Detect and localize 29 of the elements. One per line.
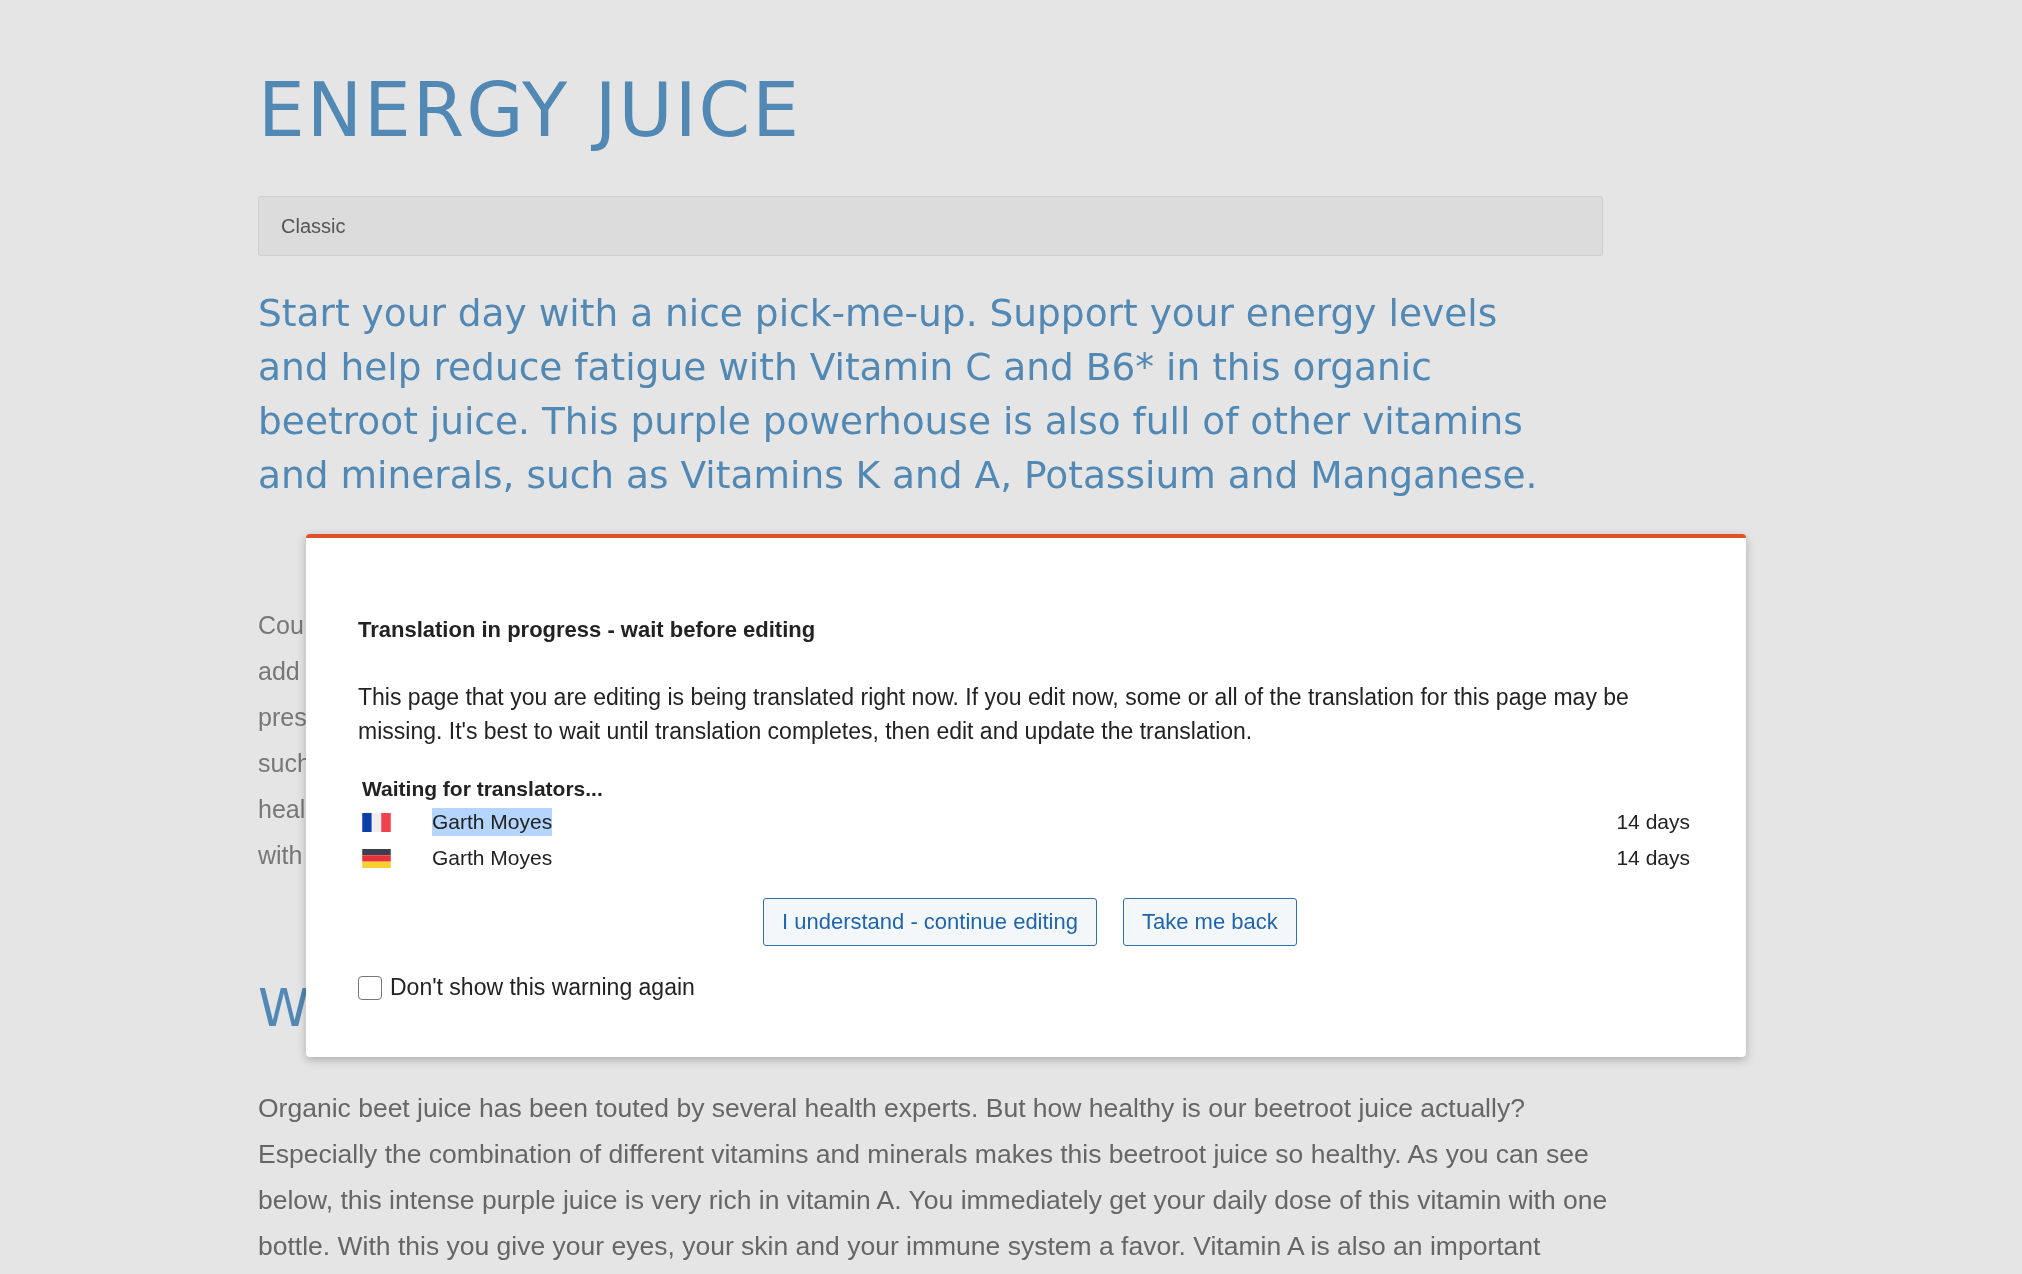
time-remaining: 14 days bbox=[1616, 846, 1690, 870]
dialog-title: Translation in progress - wait before editing bbox=[358, 616, 817, 644]
checkbox-label[interactable]: Don't show this warning again bbox=[390, 974, 695, 1001]
waiting-label: Waiting for translators... bbox=[362, 776, 604, 802]
body-text: heal bbox=[258, 794, 306, 825]
german-flag-icon bbox=[362, 848, 391, 868]
section-heading: W bbox=[258, 978, 310, 1038]
intro-text: and minerals, such as Vitamins K and A, Potassium and Manganese. bbox=[258, 452, 1538, 499]
time-remaining: 14 days bbox=[1616, 810, 1690, 834]
body-text: add bbox=[258, 656, 300, 687]
intro-text: and help reduce fatigue with Vitamin C and B6* in this organic bbox=[258, 344, 1432, 391]
page-title: ENERGY JUICE bbox=[258, 66, 802, 155]
back-button[interactable]: Take me back bbox=[1123, 898, 1297, 946]
continue-button[interactable]: I understand - continue editing bbox=[763, 898, 1097, 946]
translator-name: Garth Moyes bbox=[432, 845, 553, 871]
body-text: pres bbox=[258, 702, 307, 733]
intro-text: beetroot juice. This purple powerhouse is also full of other vitamins bbox=[258, 398, 1523, 445]
body-text: Organic beet juice has been touted by several health experts. But how healthy is our beetroot juice actually? bbox=[258, 1092, 1525, 1125]
body-text: below, this intense purple juice is very rich in vitamin A. You immediately get your daily dose of this vitamin with one bbox=[258, 1184, 1608, 1217]
translator-name: Garth Moyes bbox=[432, 808, 553, 836]
body-text: bottle. With this you give your eyes, your skin and your immune system a favor. Vitamin A is also an important bbox=[258, 1230, 1541, 1263]
body-text: Cou bbox=[258, 610, 304, 641]
body-text: with bbox=[258, 840, 303, 871]
checkbox[interactable] bbox=[358, 975, 382, 1000]
dialog-message: This page that you are editing is being translated right now. If you edit now, some or all of the translation for this page may be missing. It's best to wait until translation completes, then edit and update the translation. bbox=[358, 683, 1630, 746]
variant-field[interactable]: Classic bbox=[258, 196, 1603, 256]
french-flag-icon bbox=[362, 812, 391, 832]
intro-text: Start your day with a nice pick-me-up. Support your energy levels bbox=[258, 290, 1498, 337]
body-text: Especially the combination of different vitamins and minerals makes this beetroot juice so healthy. As you can see bbox=[258, 1138, 1589, 1171]
